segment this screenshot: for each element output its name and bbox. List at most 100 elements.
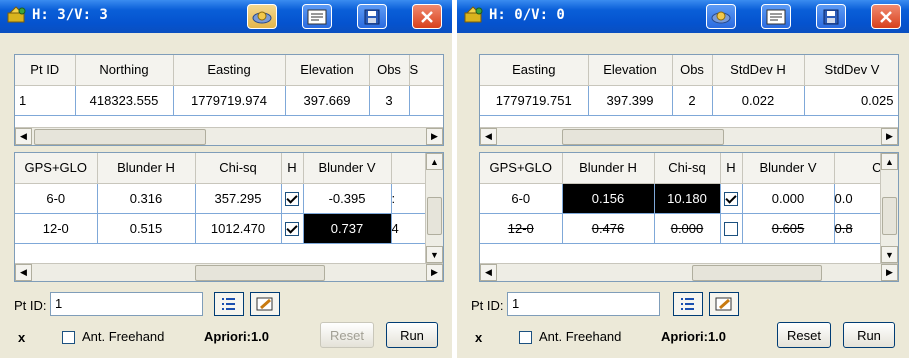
scroll-up-button[interactable]: ▲ <box>881 153 898 170</box>
cell-c[interactable]: 0.0 <box>834 183 883 214</box>
scroll-thumb[interactable] <box>562 129 724 145</box>
scroll-right-button[interactable]: ▶ <box>426 128 443 145</box>
scroll-left-button[interactable]: ◀ <box>480 264 497 281</box>
satellite-view-button[interactable] <box>706 4 736 29</box>
point-list-button[interactable] <box>214 292 244 316</box>
ant-freehand-checkbox[interactable] <box>62 331 75 344</box>
cell-obs[interactable]: 3 <box>369 85 410 116</box>
cell-h-check[interactable] <box>281 183 304 214</box>
cell-c[interactable]: 0.8 <box>834 213 883 244</box>
table-row-excluded[interactable]: 12-0 0.476 0.000 0.605 0.8 <box>480 213 883 244</box>
cell-c[interactable]: 4 <box>391 213 428 244</box>
col-header-s[interactable]: S <box>409 55 443 86</box>
cell-blunder-h[interactable]: 0.476 <box>562 213 655 244</box>
ant-freehand-checkbox[interactable] <box>519 331 532 344</box>
cell-northing[interactable]: 418323.555 <box>75 85 174 116</box>
save-button[interactable] <box>357 4 387 29</box>
table-row[interactable]: 1779719.751 397.399 2 0.022 0.025 <box>480 85 898 116</box>
list-view-button[interactable] <box>302 4 332 29</box>
col-header-chi-sq[interactable]: Chi-sq <box>195 153 282 184</box>
vertical-scrollbar[interactable]: ▲ ▼ <box>880 153 898 263</box>
cell-easting[interactable]: 1779719.974 <box>173 85 286 116</box>
cell-gps-id[interactable]: 6-0 <box>15 183 98 214</box>
reset-button[interactable]: Reset <box>320 322 374 348</box>
col-header-northing[interactable]: Northing <box>75 55 174 86</box>
cell-h-check[interactable] <box>281 213 304 244</box>
cell-c[interactable]: : <box>391 183 428 214</box>
horizontal-scrollbar[interactable]: ◀ ▶ <box>15 263 443 281</box>
col-header-obs[interactable]: Obs <box>672 55 713 86</box>
cell-gps-id[interactable]: 12-0 <box>480 213 563 244</box>
h-checkbox[interactable] <box>285 221 299 236</box>
col-header-c[interactable]: C <box>834 153 883 184</box>
scroll-up-button[interactable]: ▲ <box>426 153 443 170</box>
cell-blunder-h[interactable]: 0.316 <box>97 183 196 214</box>
vertical-scrollbar[interactable]: ▲ ▼ <box>425 153 443 263</box>
close-button[interactable] <box>871 4 901 29</box>
col-header-chi-sq[interactable]: Chi-sq <box>654 153 721 184</box>
save-button[interactable] <box>816 4 846 29</box>
edit-point-button[interactable] <box>250 292 280 316</box>
cell-blunder-h-selected[interactable]: 0.156 <box>562 183 655 214</box>
h-checkbox[interactable] <box>285 191 299 206</box>
run-button[interactable]: Run <box>386 322 438 348</box>
cell-chi-sq-selected[interactable]: 10.180 <box>654 183 721 214</box>
col-header-h[interactable]: H <box>720 153 743 184</box>
col-header-gps-glo[interactable]: GPS+GLO <box>480 153 563 184</box>
cell-chi-sq[interactable]: 0.000 <box>654 213 721 244</box>
cell-chi-sq[interactable]: 1012.470 <box>195 213 282 244</box>
horizontal-scrollbar[interactable]: ◀ ▶ <box>15 127 443 145</box>
reset-button[interactable]: Reset <box>777 322 831 348</box>
col-header-h[interactable]: H <box>281 153 304 184</box>
table-row[interactable]: 1 418323.555 1779719.974 397.669 3 <box>15 85 443 116</box>
col-header-blunder-h[interactable]: Blunder H <box>562 153 655 184</box>
scroll-thumb[interactable] <box>692 265 822 281</box>
close-button[interactable] <box>412 4 442 29</box>
cell-gps-id[interactable]: 6-0 <box>480 183 563 214</box>
cell-blunder-h[interactable]: 0.515 <box>97 213 196 244</box>
list-view-button[interactable] <box>761 4 791 29</box>
table-row[interactable]: 12-0 0.515 1012.470 0.737 4 <box>15 213 428 244</box>
col-header-elevation[interactable]: Elevation <box>588 55 673 86</box>
scroll-right-button[interactable]: ▶ <box>881 128 898 145</box>
cell-elevation[interactable]: 397.669 <box>285 85 370 116</box>
scroll-down-button[interactable]: ▼ <box>881 246 898 263</box>
col-header-blunder-h[interactable]: Blunder H <box>97 153 196 184</box>
cell-chi-sq[interactable]: 357.295 <box>195 183 282 214</box>
cell-h-check[interactable] <box>720 183 743 214</box>
point-list-button[interactable] <box>673 292 703 316</box>
h-checkbox[interactable] <box>724 191 738 206</box>
scroll-thumb[interactable] <box>882 197 897 235</box>
scroll-right-button[interactable]: ▶ <box>426 264 443 281</box>
col-header-elevation[interactable]: Elevation <box>285 55 370 86</box>
pt-id-input[interactable]: 1 <box>50 292 203 316</box>
cell-stddev-v[interactable]: 0.025 <box>804 85 898 116</box>
edit-point-button[interactable] <box>709 292 739 316</box>
horizontal-scrollbar[interactable]: ◀ ▶ <box>480 127 898 145</box>
col-header-gps-glo[interactable]: GPS+GLO <box>15 153 98 184</box>
cell-blunder-v[interactable]: 0.605 <box>742 213 835 244</box>
cell-h-check[interactable] <box>720 213 743 244</box>
cell-s[interactable] <box>409 85 443 116</box>
col-header-blunder-v[interactable]: Blunder V <box>742 153 835 184</box>
col-header-blunder-v[interactable]: Blunder V <box>303 153 392 184</box>
scroll-thumb[interactable] <box>34 129 206 145</box>
cell-blunder-v-selected[interactable]: 0.737 <box>303 213 392 244</box>
satellite-view-button[interactable] <box>247 4 277 29</box>
col-header-stddev-h[interactable]: StdDev H <box>712 55 805 86</box>
cell-gps-id[interactable]: 12-0 <box>15 213 98 244</box>
col-header-c[interactable] <box>391 153 428 184</box>
cell-elevation[interactable]: 397.399 <box>588 85 673 116</box>
scroll-thumb[interactable] <box>427 197 442 235</box>
cell-easting[interactable]: 1779719.751 <box>480 85 589 116</box>
horizontal-scrollbar[interactable]: ◀ ▶ <box>480 263 898 281</box>
scroll-down-button[interactable]: ▼ <box>426 246 443 263</box>
cell-blunder-v[interactable]: -0.395 <box>303 183 392 214</box>
run-button[interactable]: Run <box>843 322 895 348</box>
h-checkbox[interactable] <box>724 221 738 236</box>
scroll-left-button[interactable]: ◀ <box>15 128 32 145</box>
scroll-left-button[interactable]: ◀ <box>15 264 32 281</box>
col-header-easting[interactable]: Easting <box>480 55 589 86</box>
table-row[interactable]: 6-0 0.316 357.295 -0.395 : <box>15 183 428 214</box>
scroll-left-button[interactable]: ◀ <box>480 128 497 145</box>
